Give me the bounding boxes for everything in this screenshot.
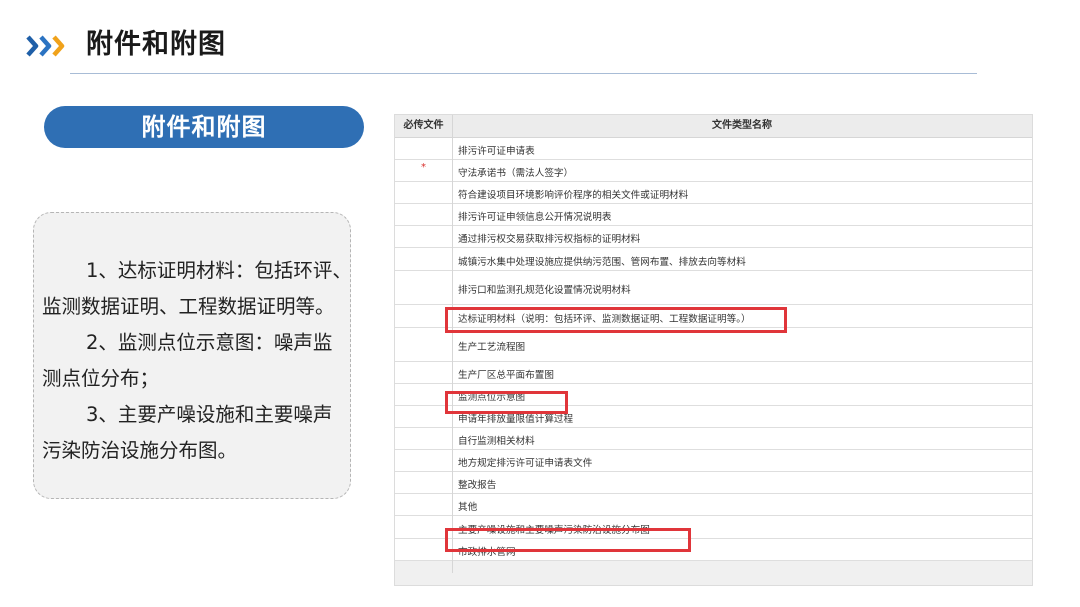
file-type-name: 生产工艺流程图	[458, 342, 526, 353]
file-type-name: 排污许可证申领信息公开情况说明表	[458, 212, 612, 223]
table-row: 其他	[395, 494, 1032, 516]
file-type-name: 城镇污水集中处理设施应提供纳污范围、管网布置、排放去向等材料	[458, 257, 746, 268]
table-row: 排污口和监测孔规范化设置情况说明材料	[395, 271, 1032, 305]
table-row: * 守法承诺书（需法人签字）	[395, 160, 1032, 182]
file-type-name: 排污许可证申请表	[458, 146, 535, 157]
column-divider	[452, 115, 453, 573]
description-item-1: 1、达标证明材料：包括环评、 监测数据证明、工程数据证明等。	[42, 259, 352, 318]
file-type-name: 符合建设项目环境影响评价程序的相关文件或证明材料	[458, 190, 689, 201]
table-row: 城镇污水集中处理设施应提供纳污范围、管网布置、排放去向等材料	[395, 248, 1032, 271]
table-body: 排污许可证申请表 * 守法承诺书（需法人签字） 符合建设项目环境影响评价程序的相关文件…	[395, 138, 1032, 561]
required-marker: *	[421, 162, 426, 173]
file-type-name: 自行监测相关材料	[458, 436, 535, 447]
highlight-box-compliance	[445, 307, 787, 333]
title-divider	[70, 73, 977, 74]
table-row: 生产工艺流程图	[395, 328, 1032, 362]
column-header-required: 必传文件	[403, 120, 444, 131]
table-row: 排污许可证申领信息公开情况说明表	[395, 204, 1032, 226]
file-type-name: 守法承诺书（需法人签字）	[458, 168, 574, 179]
highlight-box-noise-facilities	[445, 528, 691, 552]
table-header: 必传文件 文件类型名称	[395, 115, 1032, 138]
file-type-name: 整改报告	[458, 480, 497, 491]
table-row: 通过排污权交易获取排污权指标的证明材料	[395, 226, 1032, 248]
table-row: 地方规定排污许可证申请表文件	[395, 450, 1032, 472]
file-type-name: 其他	[458, 502, 478, 513]
description-box: 1、达标证明材料：包括环评、 监测数据证明、工程数据证明等。 2、监测点位示意图…	[33, 212, 352, 499]
description-item-3: 3、主要产噪设施和主要噪声 污染防治设施分布图。	[42, 403, 333, 462]
table-row: 自行监测相关材料	[395, 428, 1032, 450]
file-type-name: 排污口和监测孔规范化设置情况说明材料	[458, 285, 631, 296]
section-label: 附件和附图	[44, 106, 364, 148]
table-row: 排污许可证申请表	[395, 138, 1032, 160]
description-item-2: 2、监测点位示意图：噪声监 测点位分布；	[42, 331, 333, 390]
table-row: 生产厂区总平面布置图	[395, 362, 1032, 384]
table-row: 符合建设项目环境影响评价程序的相关文件或证明材料	[395, 182, 1032, 204]
attachment-table: 必传文件 文件类型名称 排污许可证申请表 * 守法承诺书（需法人签字） 符合建设项目环…	[394, 114, 1033, 586]
file-type-name: 通过排污权交易获取排污权指标的证明材料	[458, 234, 641, 245]
column-header-file-type: 文件类型名称	[712, 120, 772, 131]
file-type-name: 地方规定排污许可证申请表文件	[458, 458, 593, 469]
triple-chevron-right-icon	[26, 35, 65, 57]
file-type-name: 生产厂区总平面布置图	[458, 370, 554, 381]
highlight-box-monitoring	[445, 391, 568, 414]
page-title: 附件和附图	[86, 29, 226, 60]
table-row: 整改报告	[395, 472, 1032, 494]
